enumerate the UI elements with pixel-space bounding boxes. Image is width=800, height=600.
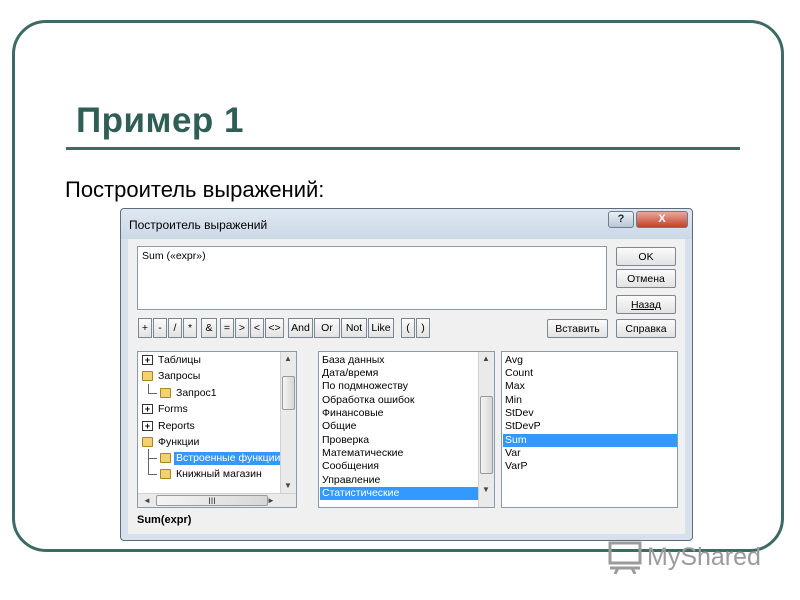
scroll-left-icon[interactable]: ◄ (140, 496, 154, 506)
list-item[interactable]: Max (505, 380, 525, 393)
dialog-body: Sum («expr») OK Отмена Назад Вставить Сп… (128, 239, 685, 534)
tree-horizontal-scrollbar[interactable]: ◄ III ► (138, 493, 296, 507)
categories-list[interactable]: База данных Дата/время По подмножеству О… (318, 351, 495, 508)
close-icon: X (658, 213, 666, 225)
operator-divide-button[interactable]: / (168, 318, 182, 338)
scroll-right-icon[interactable]: ► (264, 496, 278, 506)
list-item[interactable]: По подмножеству (322, 380, 408, 393)
folder-open-icon (160, 453, 171, 463)
slide-title: Пример 1 (76, 101, 244, 140)
open-paren-button[interactable]: ( (401, 318, 415, 338)
scroll-thumb[interactable] (282, 376, 295, 410)
watermark-text: MyShared (647, 543, 761, 571)
tree-connector (148, 384, 157, 394)
list-item[interactable]: VarP (505, 460, 528, 473)
watermark-logo: MyShared (607, 538, 772, 576)
folder-icon (160, 388, 171, 398)
slide-subtitle: Построитель выражений: (65, 177, 325, 202)
tree-connector (148, 458, 157, 475)
insert-button[interactable]: Вставить (547, 319, 608, 338)
operator-or-button[interactable]: Or (314, 318, 340, 338)
list-item[interactable]: StDevP (505, 420, 541, 433)
expand-icon[interactable]: + (142, 404, 153, 414)
objects-tree[interactable]: + Таблицы Запросы Запрос1 + Forms + Repo… (137, 351, 297, 508)
tree-vertical-scrollbar[interactable]: ▲ ▼ (280, 352, 296, 493)
list-item[interactable]: Var (505, 447, 521, 460)
list-item[interactable]: Дата/время (322, 367, 378, 380)
expression-input[interactable]: Sum («expr») (137, 246, 607, 310)
folder-icon (160, 469, 171, 479)
close-button[interactable]: X (636, 211, 688, 228)
operator-not-button[interactable]: Not (341, 318, 367, 338)
operator-less-button[interactable]: < (250, 318, 264, 338)
list-item[interactable]: StDev (505, 407, 534, 420)
folder-open-icon (142, 437, 153, 447)
scroll-down-icon[interactable]: ▼ (281, 481, 295, 491)
operator-and-button[interactable]: And (288, 318, 313, 338)
list-item-selected[interactable]: Статистические (320, 487, 479, 500)
expand-icon[interactable]: + (142, 421, 153, 431)
list-item[interactable]: Финансовые (322, 407, 383, 420)
scroll-thumb[interactable] (480, 396, 493, 474)
close-paren-button[interactable]: ) (416, 318, 430, 338)
dialog-title: Построитель выражений (129, 218, 268, 232)
functions-list[interactable]: Avg Count Max Min StDev StDevP Sum Var V… (501, 351, 678, 508)
folder-open-icon (142, 371, 153, 381)
operator-plus-button[interactable]: + (138, 318, 152, 338)
help-button[interactable]: Справка (616, 319, 676, 338)
operator-equals-button[interactable]: = (220, 318, 234, 338)
expression-builder-dialog: Построитель выражений ? X Sum («expr») O… (120, 208, 693, 541)
operator-greater-button[interactable]: > (235, 318, 249, 338)
expression-text: Sum («expr») (142, 250, 206, 262)
list-item[interactable]: Count (505, 367, 533, 380)
scroll-up-icon[interactable]: ▲ (281, 354, 295, 364)
list-item[interactable]: База данных (322, 354, 385, 367)
help-title-button[interactable]: ? (608, 211, 634, 228)
presentation-icon (608, 541, 642, 574)
list-item[interactable]: Общие (322, 420, 357, 433)
operator-concat-button[interactable]: & (201, 318, 217, 338)
list-item[interactable]: Проверка (322, 434, 369, 447)
function-signature: Sum(expr) (137, 514, 192, 526)
operator-minus-button[interactable]: - (153, 318, 167, 338)
ok-button[interactable]: OK (616, 247, 676, 266)
list-item[interactable]: Avg (505, 354, 523, 367)
expand-icon[interactable]: + (142, 355, 153, 365)
scroll-up-icon[interactable]: ▲ (479, 354, 493, 364)
list-item-selected[interactable]: Sum (503, 434, 677, 447)
operator-multiply-button[interactable]: * (183, 318, 197, 338)
scroll-down-icon[interactable]: ▼ (479, 485, 493, 495)
list-item[interactable]: Математические (322, 447, 403, 460)
list-item[interactable]: Управление (322, 474, 380, 487)
back-button[interactable]: Назад (616, 295, 676, 314)
dialog-titlebar[interactable]: Построитель выражений ? X (121, 209, 692, 239)
categories-vertical-scrollbar[interactable]: ▲ ▼ (478, 352, 494, 507)
list-item[interactable]: Обработка ошибок (322, 394, 414, 407)
operator-like-button[interactable]: Like (368, 318, 394, 338)
list-item[interactable]: Min (505, 394, 522, 407)
operator-not-equal-button[interactable]: <> (265, 318, 284, 338)
title-divider (66, 147, 740, 150)
list-item[interactable]: Сообщения (322, 460, 379, 473)
cancel-button[interactable]: Отмена (616, 269, 676, 288)
scroll-thumb[interactable]: III (156, 495, 268, 506)
tree-item-selected[interactable]: Встроенные функции (140, 449, 283, 465)
